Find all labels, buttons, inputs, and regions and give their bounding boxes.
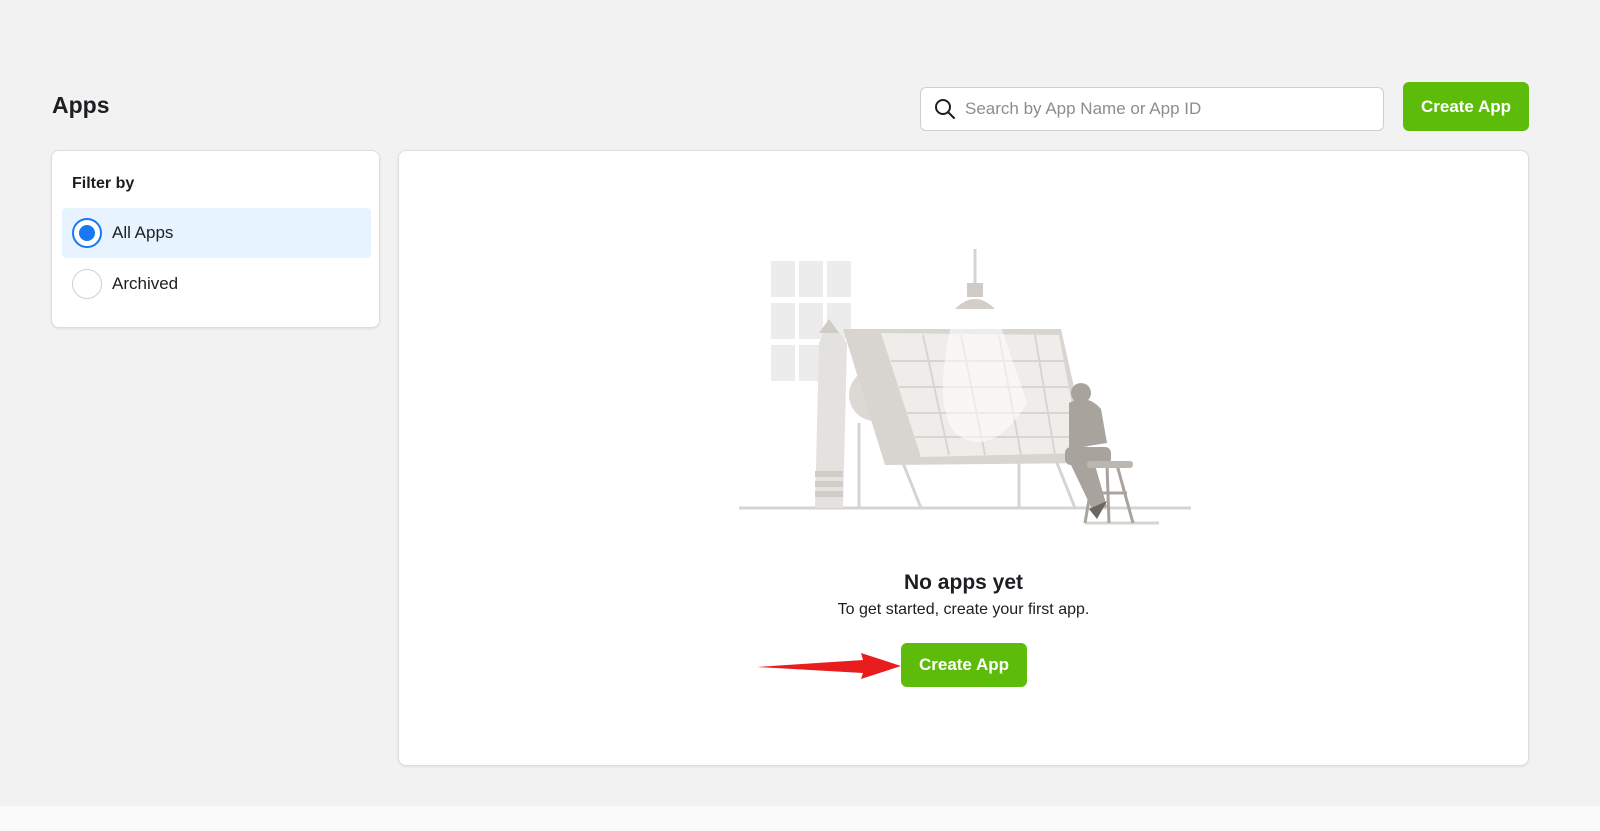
empty-state-create-app-button[interactable]: Create App [901, 643, 1027, 687]
filter-option-all-apps[interactable]: All Apps [62, 208, 371, 258]
page-footer-strip [0, 806, 1600, 831]
filter-panel: Filter by All Apps Archived [51, 150, 380, 328]
filter-option-label: All Apps [112, 223, 174, 242]
empty-state-subtitle: To get started, create your first app. [837, 601, 1090, 618]
page-title: Apps [52, 92, 110, 118]
search-icon [933, 97, 957, 121]
search-input[interactable] [965, 99, 1365, 119]
red-arrow-annotation [757, 653, 901, 679]
filter-option-archived[interactable]: Archived [62, 259, 371, 309]
empty-state-title: No apps yet [903, 571, 1024, 594]
radio-all-apps[interactable] [72, 218, 102, 248]
empty-state-illustration [739, 249, 1191, 525]
radio-archived[interactable] [72, 269, 102, 299]
search-box[interactable] [920, 87, 1384, 131]
header-create-app-button[interactable]: Create App [1403, 82, 1529, 131]
apps-main-panel: No apps yet To get started, create your … [398, 150, 1529, 766]
filter-option-label: Archived [112, 274, 179, 293]
filter-title: Filter by [72, 175, 135, 192]
